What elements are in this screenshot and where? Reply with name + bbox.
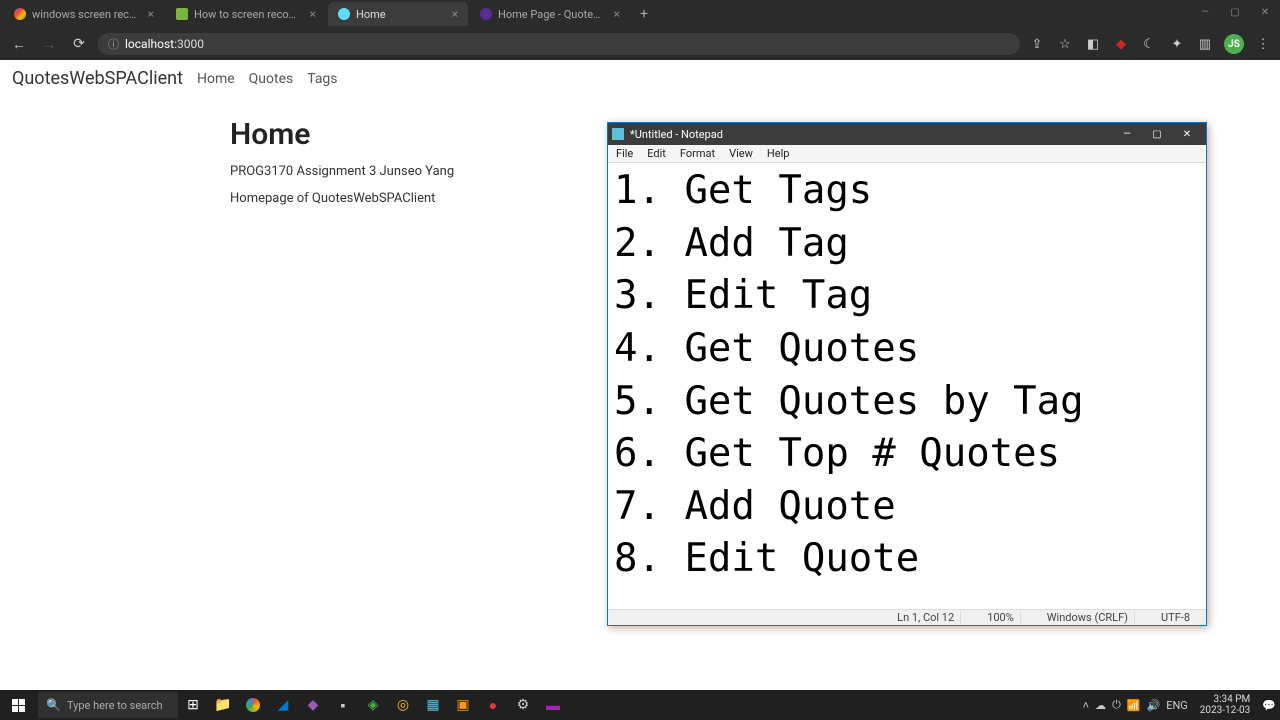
menu-file[interactable]: File	[614, 146, 635, 161]
sidepanel-icon[interactable]: ▥	[1196, 35, 1214, 53]
notepad-taskbar-icon[interactable]: ▦	[418, 690, 448, 720]
tab-article[interactable]: How to screen record in Windo... ×	[166, 2, 326, 26]
menu-format[interactable]: Format	[678, 146, 717, 161]
taskbar-search[interactable]: 🔍 Type here to search	[38, 692, 178, 718]
menu-icon[interactable]: ⋮	[1254, 35, 1272, 53]
onedrive-icon[interactable]: ☁	[1095, 699, 1106, 712]
back-button[interactable]: ←	[8, 33, 30, 55]
system-tray: ˄ ☁ ⏻ 📶 🔊 ENG 3:34 PM 2023-12-03 💬	[1083, 694, 1280, 716]
language-indicator[interactable]: ENG	[1166, 699, 1188, 712]
close-icon[interactable]: ×	[452, 7, 458, 21]
tab-home-active[interactable]: Home ×	[328, 2, 468, 26]
menu-help[interactable]: Help	[765, 146, 792, 161]
notepad-window[interactable]: *Untitled - Notepad — ▢ ✕ File Edit Form…	[607, 122, 1207, 626]
browser-window-controls: — ▢ ✕	[1190, 0, 1280, 24]
app-icon[interactable]: ▬	[538, 690, 568, 720]
settings-icon[interactable]: ⚙	[508, 690, 538, 720]
app-icon[interactable]: ●	[478, 690, 508, 720]
chrome-icon[interactable]	[238, 690, 268, 720]
close-button[interactable]: ✕	[1172, 123, 1202, 145]
page-icon	[176, 8, 188, 20]
status-position: Ln 1, Col 12	[891, 611, 961, 624]
notepad-icon	[612, 128, 624, 140]
address-bar: ← → ⟳ ⓘ localhost:3000 ⇪ ☆ ◧ ◆ ☾ ✦ ▥ JS …	[0, 28, 1280, 60]
share-icon[interactable]: ⇪	[1028, 35, 1046, 53]
close-icon[interactable]: ×	[148, 7, 154, 21]
url-port: :3000	[174, 37, 204, 51]
explorer-icon[interactable]: 📁	[208, 690, 238, 720]
site-nav: QuotesWebSPAClient Home Quotes Tags	[0, 60, 1280, 97]
close-icon[interactable]: ×	[310, 7, 316, 21]
minimize-button[interactable]: —	[1112, 123, 1142, 145]
page-icon	[480, 8, 492, 20]
status-crlf: Windows (CRLF)	[1041, 611, 1135, 624]
search-placeholder: Type here to search	[67, 699, 163, 712]
minimize-button[interactable]: —	[1190, 0, 1220, 24]
avatar[interactable]: JS	[1224, 34, 1244, 54]
nav-home[interactable]: Home	[197, 71, 235, 87]
visualstudio-icon[interactable]: ◆	[298, 690, 328, 720]
date-text: 2023-12-03	[1200, 705, 1251, 716]
toolbar-icons: ⇪ ☆ ◧ ◆ ☾ ✦ ▥ JS ⋮	[1028, 34, 1272, 54]
google-icon	[14, 8, 26, 20]
clock[interactable]: 3:34 PM 2023-12-03	[1194, 694, 1257, 716]
nav-quotes[interactable]: Quotes	[249, 71, 294, 87]
tab-google[interactable]: windows screen recording - Go... ×	[4, 2, 164, 26]
maximize-button[interactable]: ▢	[1142, 123, 1172, 145]
extension-icon[interactable]: ◧	[1084, 35, 1102, 53]
site-info-icon[interactable]: ⓘ	[108, 36, 119, 52]
tab-label: Home Page - QuotesWebAPI	[498, 8, 604, 21]
terminal-icon[interactable]: ▪	[328, 690, 358, 720]
notepad-statusbar: Ln 1, Col 12 100% Windows (CRLF) UTF-8	[608, 609, 1206, 625]
extensions-icon[interactable]: ✦	[1168, 35, 1186, 53]
react-icon	[338, 8, 350, 20]
taskbar: 🔍 Type here to search ⊞ 📁 ◢ ◆ ▪ ◈ ◎ ▦ ▣ …	[0, 690, 1280, 720]
app-icon[interactable]: ◈	[358, 690, 388, 720]
tab-label: windows screen recording - Go...	[32, 8, 138, 21]
notifications-icon[interactable]: 💬	[1262, 699, 1276, 712]
menu-edit[interactable]: Edit	[645, 146, 668, 161]
network-icon[interactable]: ⏻	[1112, 698, 1121, 712]
search-icon: 🔍	[46, 698, 61, 712]
chevron-up-icon[interactable]: ˄	[1083, 699, 1089, 712]
volume-icon[interactable]: 🔊	[1147, 699, 1161, 712]
status-zoom: 100%	[981, 611, 1021, 624]
brand-title[interactable]: QuotesWebSPAClient	[12, 68, 183, 89]
windows-icon	[12, 699, 25, 712]
start-button[interactable]	[0, 690, 36, 720]
moon-icon[interactable]: ☾	[1140, 35, 1158, 53]
close-icon[interactable]: ×	[614, 7, 620, 21]
extension-icon[interactable]: ◆	[1112, 35, 1130, 53]
notepad-titlebar[interactable]: *Untitled - Notepad — ▢ ✕	[608, 123, 1206, 145]
reload-button[interactable]: ⟳	[68, 33, 90, 55]
menu-view[interactable]: View	[727, 146, 755, 161]
app-icon[interactable]: ◎	[388, 690, 418, 720]
forward-button[interactable]: →	[38, 33, 60, 55]
bookmark-icon[interactable]: ☆	[1056, 35, 1074, 53]
tab-api[interactable]: Home Page - QuotesWebAPI ×	[470, 2, 630, 26]
time-text: 3:34 PM	[1200, 694, 1251, 705]
notepad-title: *Untitled - Notepad	[630, 128, 1112, 141]
browser-chrome: windows screen recording - Go... × How t…	[0, 0, 1280, 60]
nav-tags[interactable]: Tags	[307, 71, 337, 87]
tab-label: Home	[356, 8, 442, 21]
new-tab-button[interactable]: +	[632, 6, 656, 22]
tab-strip: windows screen recording - Go... × How t…	[0, 0, 1280, 28]
wifi-icon[interactable]: 📶	[1127, 699, 1141, 712]
notepad-menu: File Edit Format View Help	[608, 145, 1206, 163]
taskbar-apps: ⊞ 📁 ◢ ◆ ▪ ◈ ◎ ▦ ▣ ● ⚙ ▬	[178, 690, 568, 720]
url-host: localhost	[125, 37, 174, 51]
url-bar[interactable]: ⓘ localhost:3000	[98, 33, 1020, 55]
status-encoding: UTF-8	[1155, 611, 1196, 624]
maximize-button[interactable]: ▢	[1220, 0, 1250, 24]
close-button[interactable]: ✕	[1250, 0, 1280, 24]
vscode-icon[interactable]: ◢	[268, 690, 298, 720]
tab-label: How to screen record in Windo...	[194, 8, 300, 21]
task-view-icon[interactable]: ⊞	[178, 690, 208, 720]
app-icon[interactable]: ▣	[448, 690, 478, 720]
notepad-editor[interactable]: 1. Get Tags 2. Add Tag 3. Edit Tag 4. Ge…	[608, 163, 1206, 609]
